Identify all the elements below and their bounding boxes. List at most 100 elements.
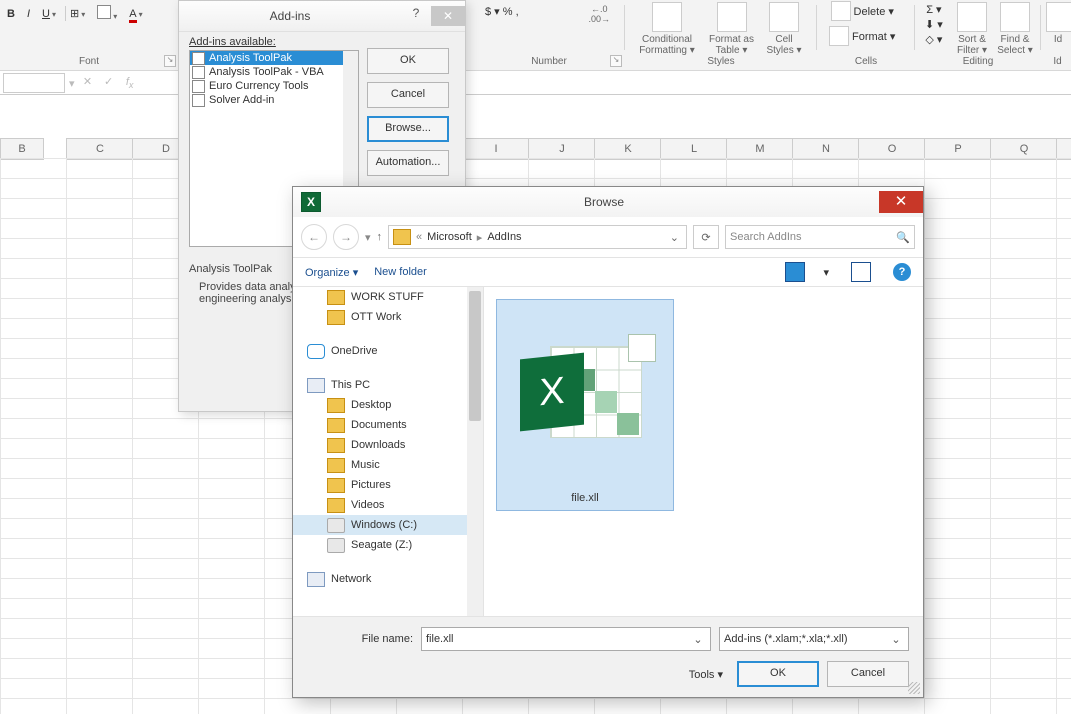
up-button[interactable]: ↑ — [377, 231, 383, 243]
cancel-button[interactable]: Cancel — [367, 82, 449, 108]
fill-button[interactable]: ⬇ ▾ — [922, 17, 946, 32]
tree-item[interactable]: WORK STUFF — [293, 287, 483, 307]
browse-button[interactable]: Browse... — [367, 116, 449, 142]
autosum-button[interactable]: Σ ▾ — [922, 2, 946, 17]
font-expand-icon[interactable]: ↘ — [164, 55, 176, 67]
col-I[interactable]: I — [462, 138, 530, 160]
col-M[interactable]: M — [726, 138, 794, 160]
addin-item-0[interactable]: Analysis ToolPak — [190, 51, 358, 65]
chevron-down-icon[interactable]: ⌄ — [888, 633, 904, 646]
breadcrumb[interactable]: « Microsoft ▸ AddIns ⌄ — [388, 225, 687, 249]
browse-close-button[interactable]: ✕ — [879, 191, 923, 213]
automation-button[interactable]: Automation... — [367, 150, 449, 176]
cell-styles-button[interactable]: CellStyles ▾ — [762, 2, 806, 56]
close-button[interactable]: ✕ — [431, 6, 465, 26]
chevron-down-icon[interactable]: ⌄ — [667, 231, 682, 244]
checkbox-icon[interactable] — [192, 66, 205, 79]
browse-ok-button[interactable]: OK — [737, 661, 819, 687]
col-Q[interactable]: Q — [990, 138, 1058, 160]
new-folder-button[interactable]: New folder — [374, 266, 427, 278]
checkbox-icon[interactable] — [192, 80, 205, 93]
addins-icon[interactable] — [1046, 2, 1071, 32]
col-N[interactable]: N — [792, 138, 860, 160]
tree-item[interactable]: Desktop — [293, 395, 483, 415]
filetype-select[interactable]: Add-ins (*.xlam;*.xla;*.xll) ⌄ — [719, 627, 909, 651]
tree-item-onedrive[interactable]: OneDrive — [293, 341, 483, 361]
number-expand-icon[interactable]: ↘ — [610, 55, 622, 67]
search-input[interactable]: Search AddIns 🔍 — [725, 225, 915, 249]
fill-color-button[interactable]: ▾ — [94, 4, 120, 23]
forward-button[interactable]: → — [333, 224, 359, 250]
back-button[interactable]: ← — [301, 224, 327, 250]
checkbox-icon[interactable] — [192, 94, 205, 107]
view-thumbnails-icon[interactable] — [785, 262, 805, 282]
file-item-selected[interactable]: file.xll — [496, 299, 674, 511]
checkbox-icon[interactable] — [192, 52, 205, 65]
delete-button[interactable]: Delete ▾ — [826, 0, 898, 24]
folder-tree[interactable]: WORK STUFF OTT Work OneDrive This PC Des… — [293, 287, 484, 616]
browse-title: Browse — [329, 195, 879, 209]
browse-navbar: ← → ▾ ↑ « Microsoft ▸ AddIns ⌄ ⟳ Search … — [293, 217, 923, 258]
col-J[interactable]: J — [528, 138, 596, 160]
organize-button[interactable]: Organize ▾ — [305, 266, 358, 279]
search-icon: 🔍 — [896, 231, 910, 244]
file-list[interactable]: file.xll — [484, 287, 923, 616]
recent-dropdown-icon[interactable]: ▾ — [365, 231, 371, 244]
folder-icon — [327, 458, 345, 473]
help-icon[interactable]: ? — [893, 263, 911, 281]
tree-item[interactable]: OTT Work — [293, 307, 483, 327]
tree-item-thispc[interactable]: This PC — [293, 375, 483, 395]
enter-formula-icon[interactable]: ✓ — [100, 75, 118, 88]
clear-button[interactable]: ◇ ▾ — [922, 32, 946, 47]
tree-item[interactable]: Music — [293, 455, 483, 475]
cancel-formula-icon[interactable]: ✕ — [79, 75, 97, 88]
format-as-table-icon — [717, 2, 747, 32]
addins-title: Add-ins — [179, 9, 401, 23]
tools-button[interactable]: Tools ▾ — [689, 668, 723, 681]
tree-item[interactable]: Pictures — [293, 475, 483, 495]
browse-cancel-button[interactable]: Cancel — [827, 661, 909, 687]
filename-input[interactable]: file.xll ⌄ — [421, 627, 711, 651]
italic-button[interactable]: I — [24, 7, 33, 21]
addin-item-3[interactable]: Solver Add-in — [190, 93, 358, 107]
tree-item[interactable]: Documents — [293, 415, 483, 435]
bold-button[interactable]: B — [4, 7, 18, 21]
tree-item[interactable]: Seagate (Z:) — [293, 535, 483, 555]
addin-item-1[interactable]: Analysis ToolPak - VBA — [190, 65, 358, 79]
tree-item-selected[interactable]: Windows (C:) — [293, 515, 483, 535]
col-P[interactable]: P — [924, 138, 992, 160]
underline-button[interactable]: U▾ — [39, 7, 59, 21]
format-button[interactable]: Format ▾ — [826, 25, 898, 49]
resize-grip-icon[interactable] — [908, 682, 920, 694]
addin-item-2[interactable]: Euro Currency Tools — [190, 79, 358, 93]
tree-item[interactable]: Downloads — [293, 435, 483, 455]
ok-button[interactable]: OK — [367, 48, 449, 74]
find-select-button[interactable]: Find &Select ▾ — [994, 2, 1036, 56]
file-name-label: file.xll — [571, 492, 599, 504]
preview-pane-icon[interactable] — [851, 262, 871, 282]
addins-titlebar[interactable]: Add-ins ? ✕ — [179, 1, 465, 32]
col-O[interactable]: O — [858, 138, 926, 160]
sort-filter-button[interactable]: Sort &Filter ▾ — [952, 2, 992, 56]
help-button[interactable]: ? — [401, 6, 431, 26]
name-box[interactable] — [3, 73, 65, 93]
tree-scrollbar[interactable] — [467, 287, 483, 616]
view-dropdown-icon[interactable]: ▾ — [823, 266, 829, 279]
decimal-buttons[interactable]: ←.0 .00→ — [588, 4, 610, 24]
tree-item-network[interactable]: Network — [293, 569, 483, 589]
col-B[interactable]: B — [0, 138, 44, 160]
conditional-formatting-button[interactable]: ConditionalFormatting ▾ — [634, 2, 700, 56]
number-format-buttons[interactable]: $ ▾ % , — [482, 4, 522, 19]
fx-icon[interactable]: fx — [121, 76, 139, 90]
borders-button[interactable]: ⊞▾ — [65, 6, 88, 21]
tree-item[interactable]: Videos — [293, 495, 483, 515]
col-L[interactable]: L — [660, 138, 728, 160]
col-C[interactable]: C — [66, 138, 134, 160]
chevron-down-icon[interactable]: ⌄ — [690, 633, 706, 646]
font-color-button[interactable]: A▾ — [126, 7, 145, 21]
col-K[interactable]: K — [594, 138, 662, 160]
format-as-table-button[interactable]: Format asTable ▾ — [704, 2, 759, 56]
refresh-button[interactable]: ⟳ — [693, 225, 719, 249]
col-R[interactable]: R — [1056, 138, 1071, 160]
browse-titlebar[interactable]: X Browse ✕ — [293, 187, 923, 217]
